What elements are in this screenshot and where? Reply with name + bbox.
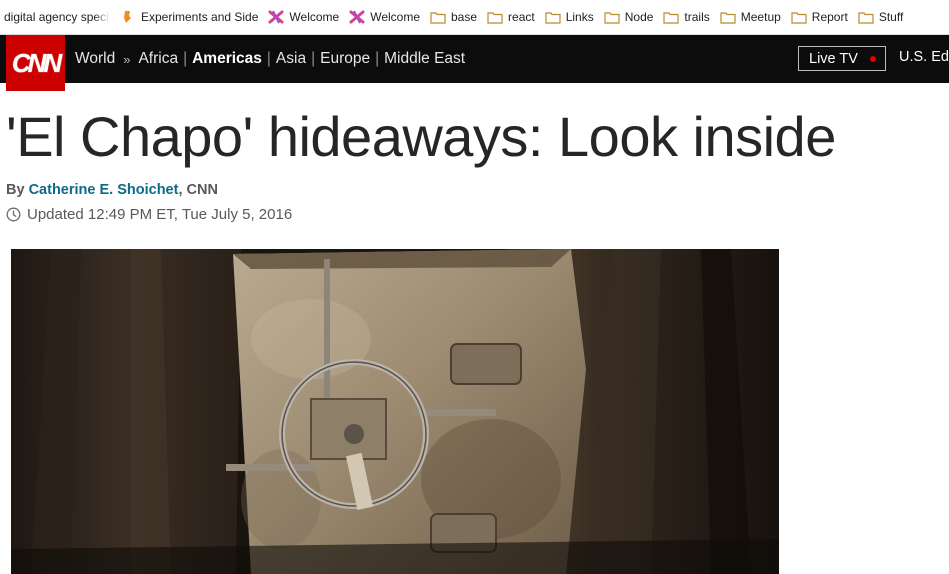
bookmark-welcome-1[interactable]: Welcome (264, 0, 345, 34)
nav-separator: | (183, 50, 188, 67)
bookmark-experiments[interactable]: Experiments and Side (116, 0, 264, 34)
pink-x-icon (268, 10, 284, 24)
byline-source: , CNN (178, 182, 218, 198)
nav-link-middle-east[interactable]: Middle East (384, 50, 465, 68)
bookmark-label: digital agency speci (4, 10, 109, 24)
nav-link-americas[interactable]: Americas (192, 50, 262, 68)
timestamp: Updated 12:49 PM ET, Tue July 5, 2016 (6, 206, 292, 223)
bookmark-label: Report (811, 10, 848, 24)
byline: By Catherine E. Shoichet, CNN (6, 182, 218, 198)
folder-icon (430, 10, 446, 24)
live-tv-label: Live TV (809, 50, 858, 67)
bookmark-digital-agency[interactable]: digital agency speci (0, 0, 116, 34)
updated-text: Updated 12:49 PM ET, Tue July 5, 2016 (27, 206, 293, 223)
orange-tag-icon (120, 10, 136, 24)
site-nav: CNN World » Africa | Americas | Asia | E… (0, 35, 949, 91)
nav-link-europe[interactable]: Europe (320, 50, 370, 68)
folder-icon (604, 10, 620, 24)
bookmark-label: trails (684, 10, 710, 24)
byline-prefix: By (6, 182, 25, 198)
bookmark-folder-stuff[interactable]: Stuff (854, 0, 909, 34)
bookmark-label: Welcome (370, 10, 420, 24)
bookmark-label: react (508, 10, 535, 24)
bookmark-label: Stuff (878, 10, 904, 24)
folder-icon (545, 10, 561, 24)
pink-x-icon (349, 10, 365, 24)
bookmarks-bar: digital agency speci Experiments and Sid… (0, 0, 949, 35)
safe-door-image (11, 249, 779, 574)
bookmark-label: Node (624, 10, 654, 24)
nav-link-africa[interactable]: Africa (138, 50, 178, 68)
folder-icon (720, 10, 736, 24)
cnn-logo[interactable]: CNN (6, 35, 65, 91)
logo-text: CNN (11, 47, 62, 78)
folder-icon (663, 10, 680, 24)
nav-separator: | (311, 50, 316, 67)
bookmark-folder-react[interactable]: react (483, 0, 541, 34)
bookmark-label: Welcome (289, 10, 340, 24)
bookmark-label: Links (565, 10, 594, 24)
bookmark-welcome-2[interactable]: Welcome (345, 0, 426, 34)
nav-link-asia[interactable]: Asia (276, 50, 306, 68)
nav-links: World » Africa | Americas | Asia | Europ… (75, 35, 465, 83)
live-indicator-icon (869, 55, 876, 62)
author-link[interactable]: Catherine E. Shoichet (29, 182, 179, 198)
clock-icon (6, 207, 21, 222)
bookmark-folder-base[interactable]: base (426, 0, 483, 34)
bookmark-label: Meetup (740, 10, 781, 24)
bookmark-label: Experiments and Side (141, 10, 259, 24)
bookmark-label: base (451, 10, 478, 24)
nav-separator: | (266, 50, 271, 67)
edition-selector[interactable]: U.S. Ed (899, 49, 949, 65)
live-tv-button[interactable]: Live TV (798, 46, 886, 71)
folder-icon (791, 10, 807, 24)
folder-icon (858, 10, 874, 24)
bookmark-folder-trails[interactable]: trails (659, 0, 715, 34)
bookmark-folder-meetup[interactable]: Meetup (716, 0, 787, 34)
bookmark-folder-node[interactable]: Node (600, 0, 660, 34)
bookmark-folder-report[interactable]: Report (787, 0, 854, 34)
nav-separator: | (375, 50, 380, 67)
article-headline: 'El Chapo' hideaways: Look inside (6, 105, 836, 168)
article-photo[interactable] (11, 249, 779, 574)
bookmark-folder-links[interactable]: Links (541, 0, 600, 34)
nav-section-world[interactable]: World (75, 50, 115, 68)
folder-icon (487, 10, 503, 24)
nav-arrow: » (123, 51, 131, 67)
